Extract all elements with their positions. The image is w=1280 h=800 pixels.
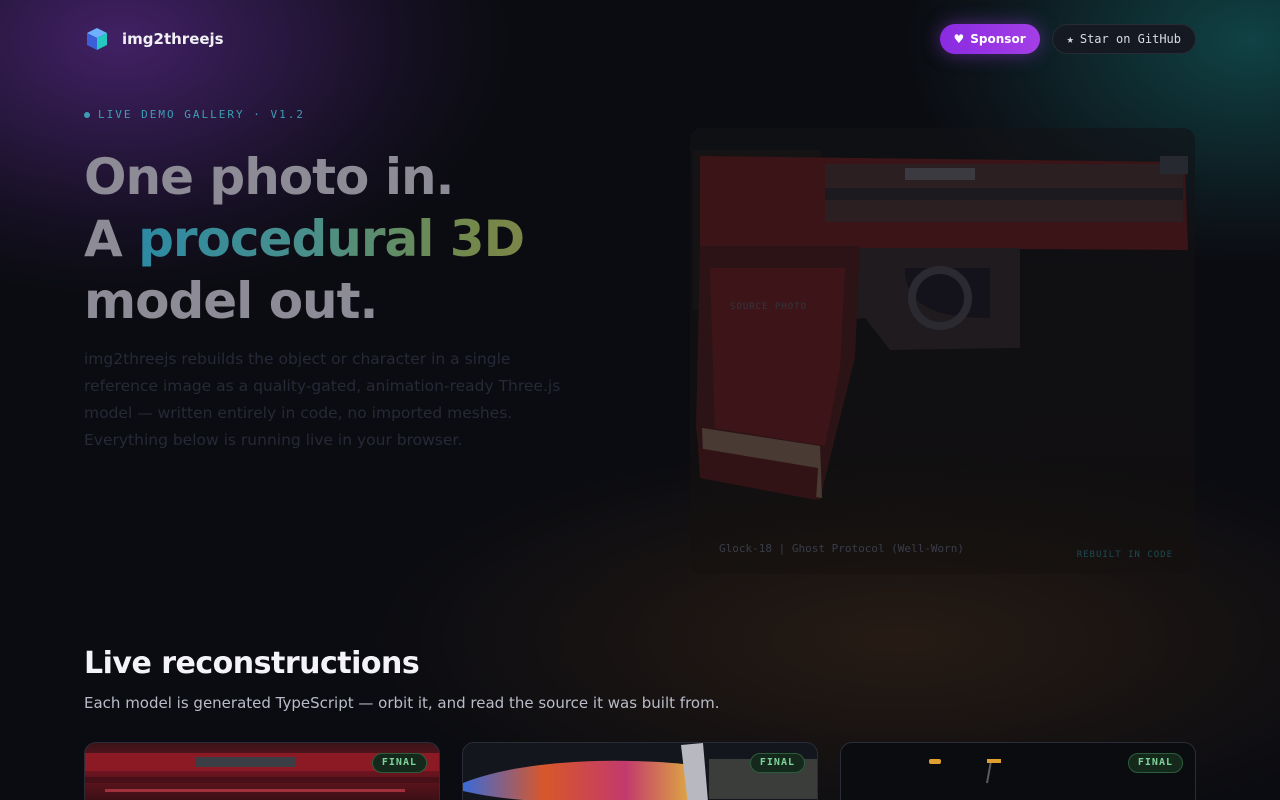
reference-label: SOURCE PHOTO [730,302,808,312]
pistol-render [693,150,1188,500]
brand-name: img2threejs [122,30,224,48]
github-star-button[interactable]: ★ Star on GitHub [1051,24,1196,54]
gallery-title: Live reconstructions [84,646,420,681]
rebuilt-tag: REBUILT IN CODE [1076,550,1173,560]
star-icon: ★ [1066,32,1074,46]
gallery-card-knife[interactable]: FINAL [462,742,818,800]
headline-highlight: procedural 3D [138,210,525,268]
top-nav: img2threejs ♥ Sponsor ★ Star on GitHub [84,22,1196,56]
final-badge: FINAL [371,753,427,773]
headline-line-1: One photo in. [84,148,455,206]
sponsor-label: Sponsor [970,32,1026,46]
model-caption: Glock-18 | Ghost Protocol (Well-Worn) [719,542,965,555]
github-label: Star on GitHub [1079,32,1181,46]
heart-icon: ♥ [953,32,965,46]
cube-icon [84,26,110,52]
headline-line-2-prefix: A [84,210,139,268]
live-dot-icon [84,111,90,118]
hero-headline: One photo in. A procedural 3D model out. [84,146,525,332]
gallery-subtitle: Each model is generated TypeScript — orb… [84,694,720,712]
gallery-card-model[interactable]: FINAL [840,742,1196,800]
hero-eyebrow: LIVE DEMO GALLERY · V1.2 [84,108,305,121]
hero-3d-viewer[interactable]: SOURCE PHOTO Glock-18 | Ghost Protocol (… [690,128,1195,574]
eyebrow-text: LIVE DEMO GALLERY · V1.2 [98,108,305,121]
nav-actions: ♥ Sponsor ★ Star on GitHub [939,24,1196,54]
headline-line-3: model out. [84,272,379,330]
final-badge: FINAL [1127,753,1183,773]
gallery-card-pistol[interactable]: FINAL [84,742,440,800]
sponsor-button[interactable]: ♥ Sponsor [939,24,1040,54]
hero-description: img2threejs rebuilds the object or chara… [84,350,561,449]
final-badge: FINAL [749,753,805,773]
brand[interactable]: img2threejs [84,26,224,52]
